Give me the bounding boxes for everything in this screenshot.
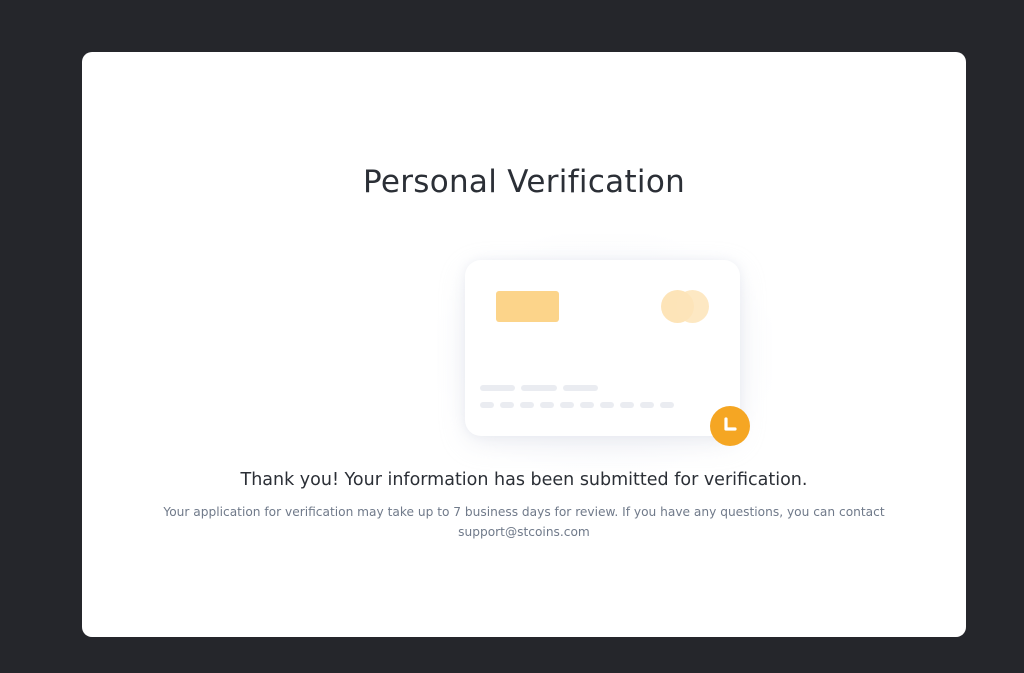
verification-illustration: [437, 234, 772, 474]
clock-icon: [710, 406, 750, 446]
placeholder-line: [480, 402, 494, 408]
support-email-link[interactable]: support@stcoins.com: [458, 525, 590, 539]
verification-modal: Personal Verification Thank you! Your in…: [82, 52, 966, 637]
placeholder-line: [520, 402, 534, 408]
placeholder-line: [660, 402, 674, 408]
placeholder-line: [480, 385, 515, 391]
page-title: Personal Verification: [362, 164, 686, 200]
card-name-placeholder: [480, 385, 598, 391]
placeholder-line: [521, 385, 557, 391]
placeholder-line: [540, 402, 554, 408]
placeholder-line: [620, 402, 634, 408]
placeholder-line: [600, 402, 614, 408]
credit-card-icon: [465, 260, 740, 436]
review-details-text: Your application for verification may ta…: [163, 505, 885, 519]
card-logo-circle-right: [676, 290, 709, 323]
card-number-placeholder: [480, 402, 674, 408]
review-details: Your application for verification may ta…: [162, 502, 886, 542]
placeholder-line: [640, 402, 654, 408]
placeholder-line: [500, 402, 514, 408]
placeholder-line: [580, 402, 594, 408]
card-chip: [496, 291, 559, 322]
submission-message: Thank you! Your information has been sub…: [240, 470, 808, 490]
placeholder-line: [563, 385, 598, 391]
placeholder-line: [560, 402, 574, 408]
